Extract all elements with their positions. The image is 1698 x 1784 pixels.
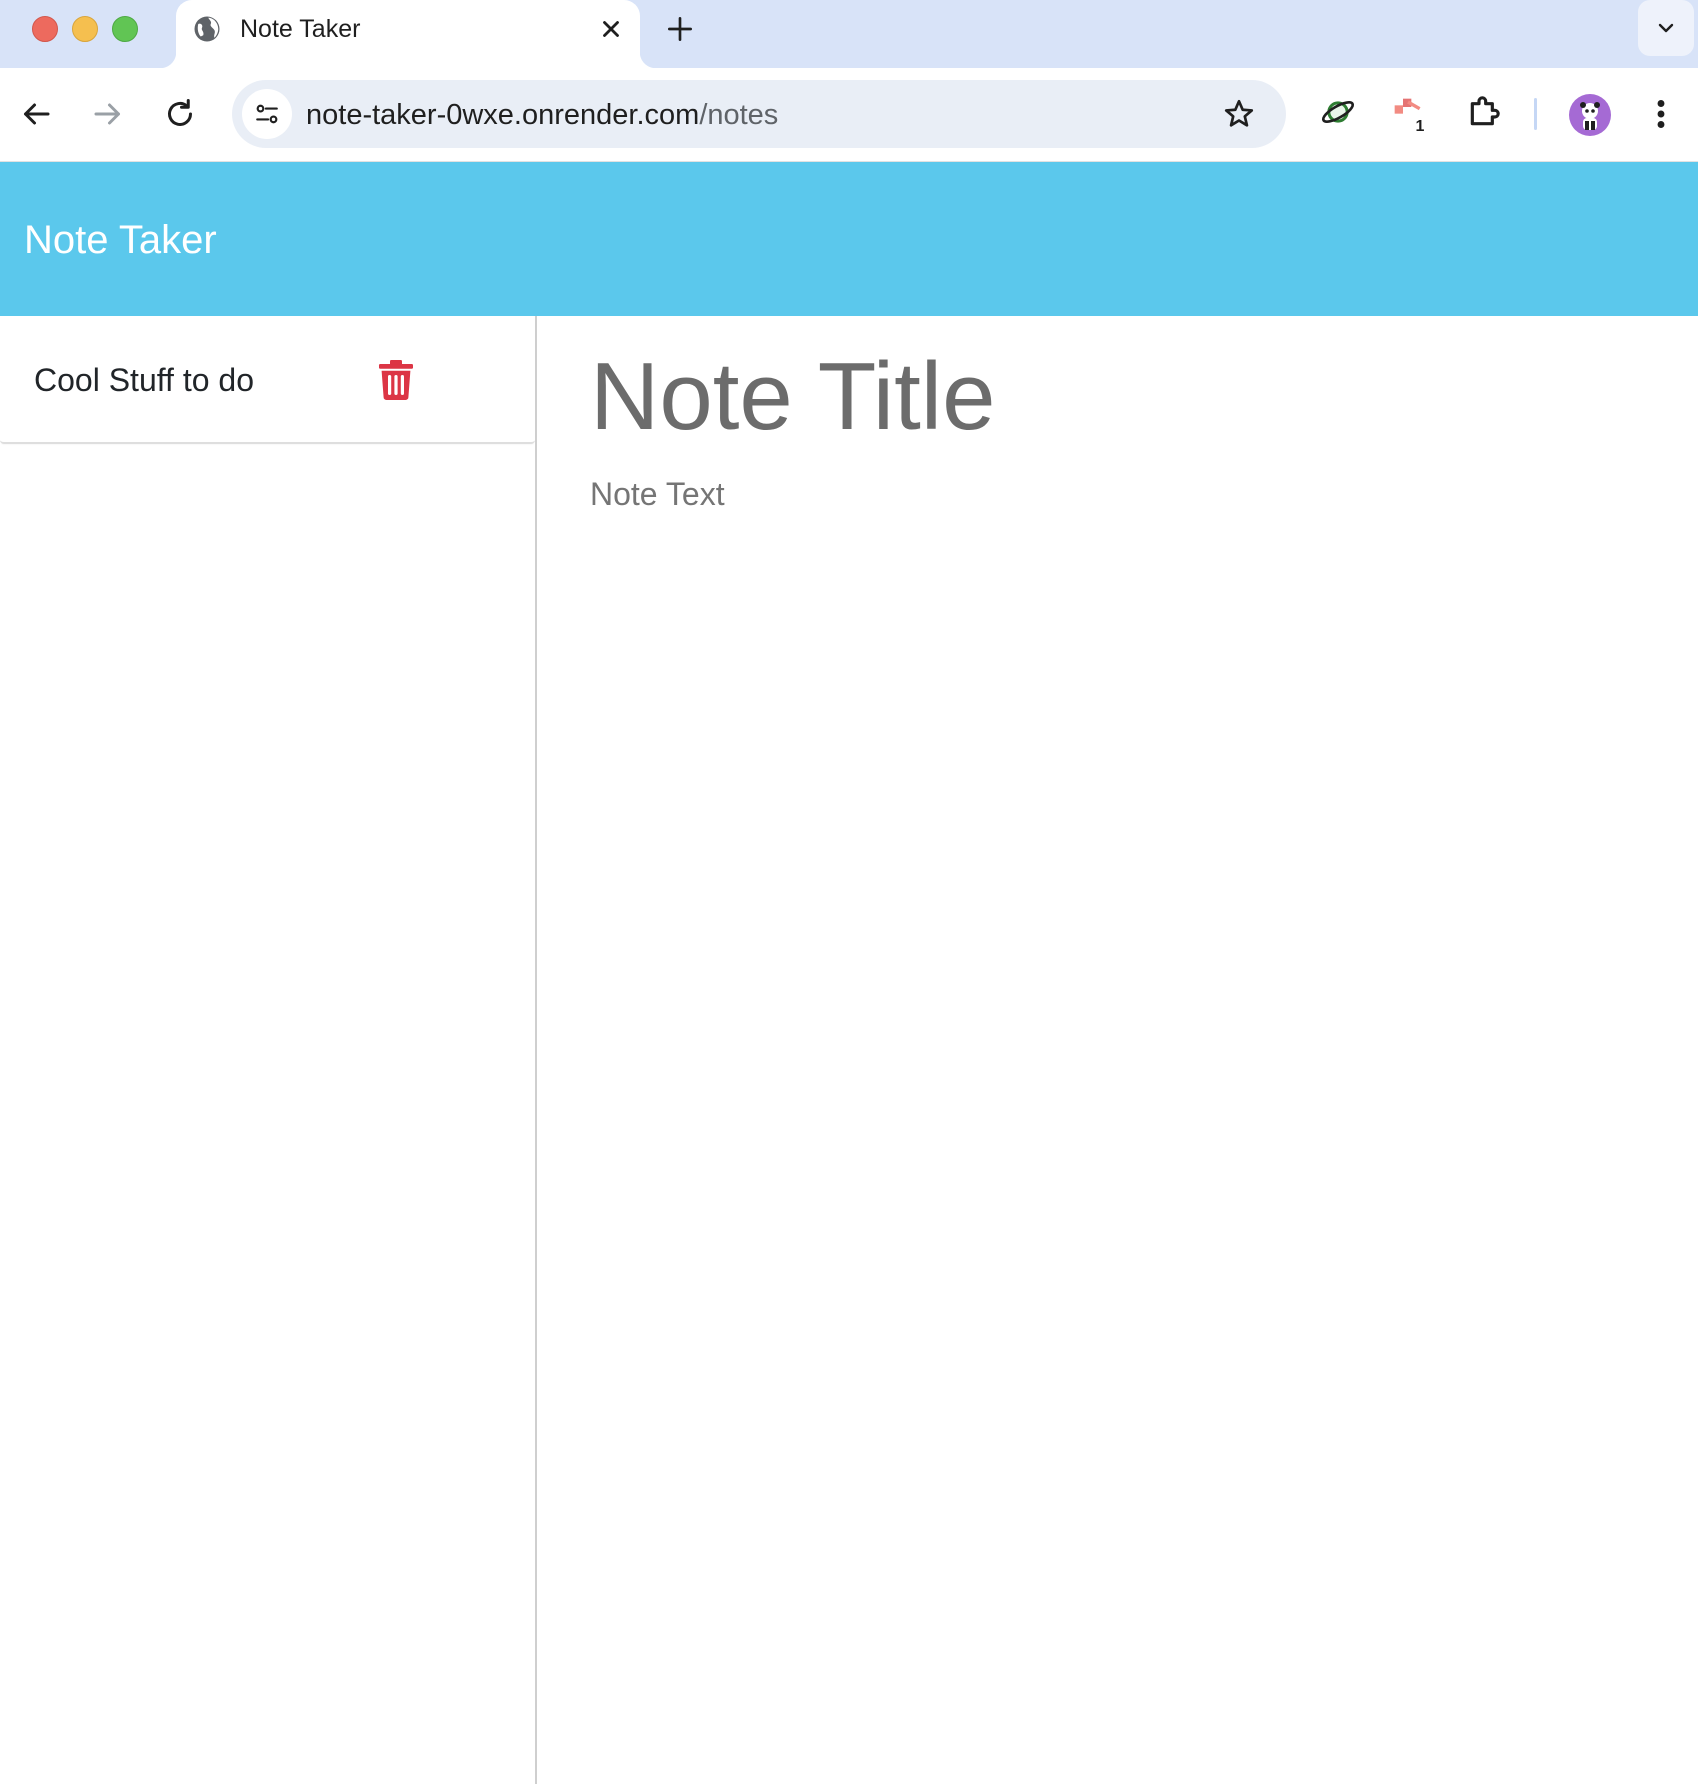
- note-title-input[interactable]: [590, 342, 1650, 452]
- forward-arrow-icon[interactable]: [90, 96, 126, 132]
- globe-icon: [194, 16, 220, 42]
- browser-tab-active[interactable]: Note Taker: [160, 0, 656, 68]
- panda-avatar-icon: [1580, 102, 1600, 130]
- tab-search-button[interactable]: [1638, 0, 1694, 56]
- app-brand[interactable]: Note Taker: [24, 217, 217, 263]
- reload-icon[interactable]: [162, 96, 198, 132]
- close-window-button[interactable]: [32, 16, 58, 42]
- close-tab-icon[interactable]: [598, 16, 624, 42]
- tune-icon: [256, 104, 278, 124]
- list-item[interactable]: Cool Stuff to do: [0, 316, 535, 444]
- planet-extension-icon[interactable]: [1318, 92, 1358, 132]
- puzzle-extensions-icon[interactable]: [1464, 92, 1504, 132]
- note-item-title[interactable]: Cool Stuff to do: [34, 361, 254, 399]
- note-text-area[interactable]: [590, 474, 1650, 1674]
- minimize-window-button[interactable]: [72, 16, 98, 42]
- app-navbar: Note Taker: [0, 162, 1698, 316]
- tab-title: Note Taker: [240, 15, 361, 43]
- trash-icon[interactable]: [378, 360, 414, 400]
- notes-list: Cool Stuff to do: [0, 316, 537, 1784]
- profile-avatar[interactable]: [1569, 94, 1611, 136]
- site-info-button[interactable]: [242, 89, 292, 139]
- maximize-window-button[interactable]: [112, 16, 138, 42]
- note-editor: [539, 316, 1698, 1784]
- new-tab-icon[interactable]: [664, 13, 696, 45]
- url-path: /notes: [699, 99, 779, 131]
- back-arrow-icon[interactable]: [18, 96, 54, 132]
- extension-badge: 1: [1408, 116, 1432, 138]
- url-text: note-taker-0wxe.onrender.com/notes: [306, 98, 778, 132]
- more-vertical-icon[interactable]: [1646, 96, 1676, 132]
- tab-strip: Note Taker: [0, 0, 1698, 68]
- address-bar[interactable]: note-taker-0wxe.onrender.com/notes: [232, 80, 1286, 148]
- browser-toolbar: note-taker-0wxe.onrender.com/notes 1: [0, 68, 1698, 162]
- url-host: note-taker-0wxe.onrender.com: [306, 99, 700, 131]
- bookmark-star-icon[interactable]: [1222, 97, 1256, 131]
- toolbar-divider: [1534, 98, 1537, 130]
- chevron-down-icon: [1658, 23, 1674, 33]
